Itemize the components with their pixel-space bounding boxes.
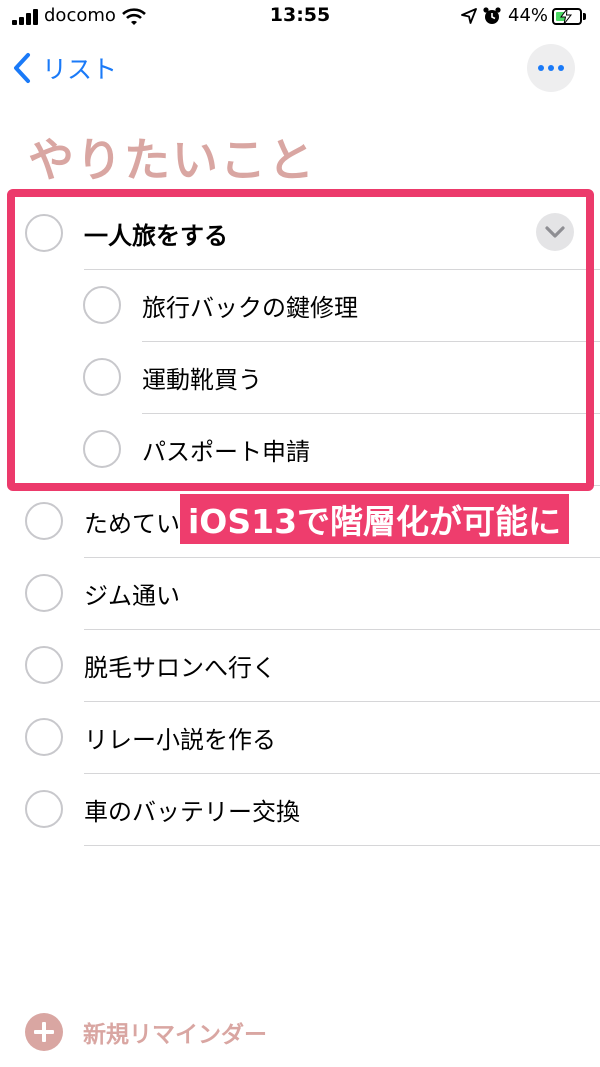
complete-checkbox[interactable] (25, 718, 63, 756)
reminder-row[interactable]: 脱毛サロンへ行く (0, 630, 600, 702)
list-title: やりたいこと (28, 133, 316, 187)
more-options-button[interactable] (527, 44, 575, 92)
alarm-icon (483, 7, 501, 24)
complete-checkbox[interactable] (25, 790, 63, 828)
reminder-row[interactable]: リレー小説を作る (0, 702, 600, 774)
reminder-row[interactable]: ジム通い (0, 558, 600, 630)
reminder-title: リレー小説を作る (84, 726, 276, 754)
chevron-left-icon (14, 53, 30, 83)
complete-checkbox[interactable] (25, 502, 63, 540)
back-label: リスト (42, 55, 118, 84)
ellipsis-dot (548, 65, 554, 71)
status-bar: docomo 13:55 44% (0, 0, 600, 34)
battery-percent: 44% (508, 5, 549, 26)
new-reminder-button[interactable]: 新規リマインダー (25, 1012, 267, 1052)
row-separator (84, 845, 600, 846)
ellipsis-icon (538, 65, 544, 71)
ellipsis-dot (558, 65, 564, 71)
reminder-title: 車のバッテリー交換 (84, 798, 300, 826)
new-reminder-label: 新規リマインダー (83, 1022, 267, 1048)
annotation-caption: iOS13で階層化が可能に (180, 494, 570, 544)
plus-icon (25, 1013, 63, 1051)
back-button[interactable]: リスト (12, 50, 117, 86)
reminder-title: 脱毛サロンへ行く (84, 654, 276, 682)
reminder-title: ジム通い (84, 582, 180, 610)
battery-cap (583, 13, 586, 20)
complete-checkbox[interactable] (25, 646, 63, 684)
annotation-highlight-box (7, 189, 594, 491)
complete-checkbox[interactable] (25, 574, 63, 612)
location-icon (461, 8, 477, 24)
charging-icon (560, 9, 573, 24)
reminder-row[interactable]: 車のバッテリー交換 (0, 774, 600, 846)
